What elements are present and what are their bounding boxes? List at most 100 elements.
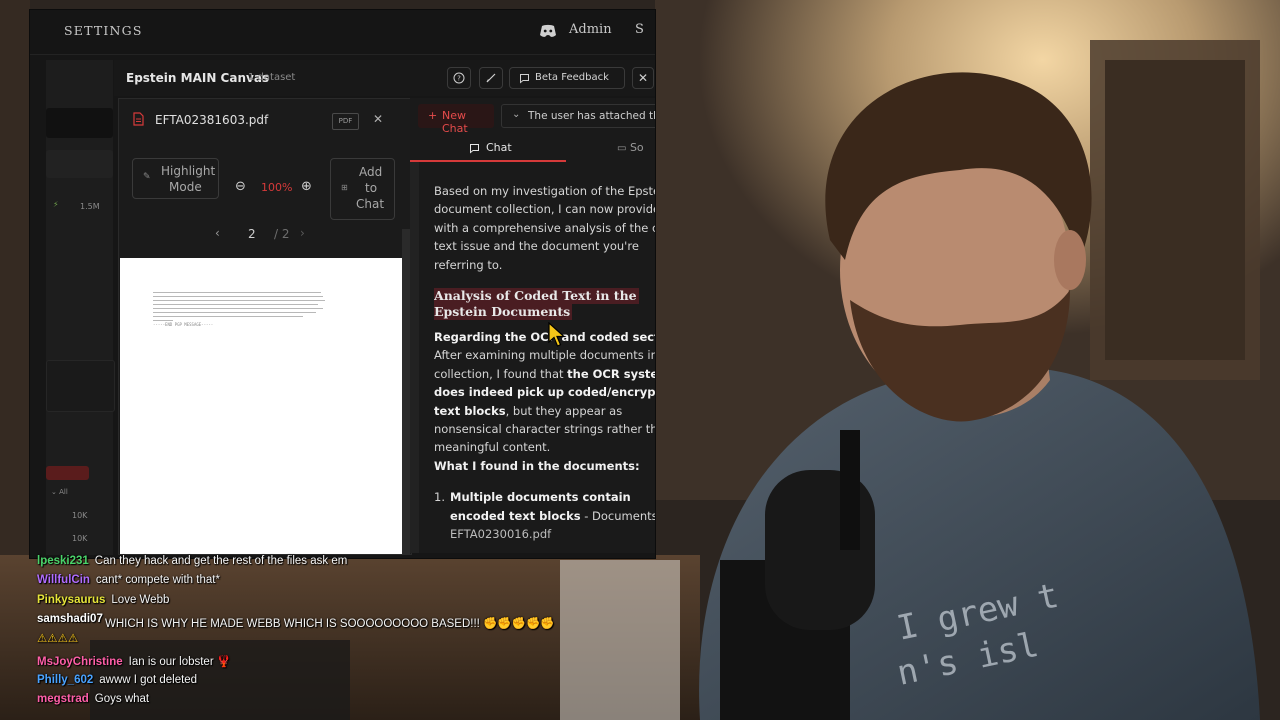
sidebar-item-selected[interactable] <box>46 466 89 480</box>
add-icon: ⊞ <box>341 183 348 192</box>
zoom-out-icon[interactable]: ⊖ <box>235 179 246 194</box>
pdf-file-icon <box>133 112 144 126</box>
page-total: / 2 <box>274 227 290 241</box>
chat-message: megstrad Goys what <box>37 693 149 711</box>
message-line: referring to. <box>434 257 503 272</box>
help-button[interactable]: ? <box>447 67 471 89</box>
left-sidebar: ⚡ 1.5M ⌄ All 10K 10K <box>46 60 115 555</box>
tab-chat[interactable]: Chat <box>410 138 566 162</box>
chat-username: lpeski231 <box>37 555 89 567</box>
pdf-scrollbar[interactable] <box>402 229 410 554</box>
count-label: 10K <box>72 511 88 520</box>
chat-message: WillfulCin cant* compete with that* <box>37 574 220 592</box>
chat-username: megstrad <box>37 693 89 705</box>
chat-username: samshadi07 <box>37 613 103 625</box>
add-label: Chat <box>356 197 385 211</box>
pdf-page: -----END PGP MESSAGE----- <box>120 258 403 554</box>
prev-page-icon[interactable]: ‹ <box>215 226 220 240</box>
svg-text:?: ? <box>457 75 461 83</box>
encoded-text-line <box>153 316 303 317</box>
message-line: does indeed pick up coded/encrypt <box>434 385 655 400</box>
close-canvas-button[interactable]: ✕ <box>632 67 654 89</box>
message-line: nonsensical character strings rather tha <box>434 422 655 437</box>
tab-sources[interactable]: ▭ So <box>617 141 644 154</box>
filter-label: All <box>59 488 68 496</box>
beta-feedback-button[interactable]: Beta Feedback <box>509 67 625 89</box>
message-heading: Analysis of Coded Text in the Epstein Do… <box>434 288 655 321</box>
admin-link[interactable]: Admin <box>569 22 612 37</box>
chat-username: WillfulCin <box>37 574 90 586</box>
found-heading: What I found in the documents: <box>434 458 640 473</box>
new-chat-button[interactable]: + New Chat <box>418 104 494 135</box>
new-chat-label: New Chat <box>442 109 468 135</box>
twitch-chat-overlay: lpeski231 Can they hack and get the rest … <box>0 553 600 720</box>
text-run-bold: text blocks <box>434 403 506 418</box>
chat-text: awww I got deleted <box>99 674 198 686</box>
filter-all[interactable]: ⌄ All <box>51 488 68 496</box>
context-select[interactable]: ⌄ The user has attached the <box>501 104 655 128</box>
zoom-in-icon[interactable]: ⊕ <box>301 179 312 194</box>
app-title: SETTINGS <box>64 23 143 38</box>
zoom-level: 100% <box>261 181 293 194</box>
context-select-value: The user has attached the <box>528 110 655 122</box>
close-pdf-icon[interactable]: ✕ <box>373 112 383 126</box>
message-line: with a comprehensive analysis of the co <box>434 220 655 235</box>
next-page-icon[interactable]: › <box>300 226 305 240</box>
canvas-header: Epstein MAIN Canvas 1 dataset ? Beta Fee… <box>114 60 655 96</box>
heading-line: Epstein Documents <box>434 304 573 321</box>
top-bar: SETTINGS Admin S <box>30 10 655 55</box>
encoded-text-line <box>153 320 173 321</box>
close-icon: ✕ <box>637 71 649 85</box>
chat-scrollbar[interactable] <box>410 162 419 553</box>
highlight-icon: ✎ <box>143 172 151 182</box>
chat-message: samshadi07 <box>37 613 109 631</box>
doc-reference[interactable]: EFTA0230016.pdf <box>450 527 551 541</box>
sidebar-item[interactable] <box>46 360 115 412</box>
brush-icon <box>486 73 496 83</box>
tab-chat-label: Chat <box>486 141 512 154</box>
count-label: 10K <box>72 534 88 543</box>
assistant-message: Based on my investigation of the Epstein… <box>434 182 655 553</box>
chat-text: Goys what <box>94 693 150 705</box>
sidebar-item[interactable] <box>46 108 113 138</box>
pgp-end-marker: -----END PGP MESSAGE----- <box>153 322 214 327</box>
comment-icon <box>520 74 529 84</box>
pdf-viewer-panel: EFTA02381603.pdf PDF ✕ ✎ Highlight Mode … <box>118 98 412 555</box>
encoded-text-line <box>153 296 323 297</box>
encoded-text-line <box>153 312 316 313</box>
brush-button[interactable] <box>479 67 503 89</box>
text-run-bold: the OCR system <box>567 366 655 381</box>
chat-icon <box>470 144 479 154</box>
chat-text: cant* compete with that* <box>95 574 220 586</box>
chat-text: WHICH IS WHY HE MADE WEBB WHICH IS SOOOO… <box>105 618 555 630</box>
add-to-chat-button[interactable]: ⊞ Add to Chat <box>330 158 395 220</box>
message-line: text issue and the document you're <box>434 239 639 254</box>
page-current[interactable]: 2 <box>248 227 256 241</box>
chat-username: Pinkysaurus <box>37 594 106 606</box>
beta-feedback-label: Beta Feedback <box>535 72 609 83</box>
list-item-cont: encoded text blocks - Documents <box>434 507 655 525</box>
text-run-bold: Multiple documents contain <box>450 490 631 505</box>
discord-icon[interactable] <box>539 24 557 38</box>
chat-text: Love Webb <box>111 594 170 606</box>
list-number: 1. <box>434 490 445 505</box>
settings-link-fragment[interactable]: S <box>635 22 644 37</box>
dataset-count: 1 dataset <box>248 72 296 83</box>
pdf-badge: PDF <box>332 113 359 130</box>
text-run: collection, I found that <box>434 366 568 381</box>
sidebar-item[interactable] <box>46 150 113 178</box>
highlight-label: Highlight <box>161 164 216 178</box>
encoded-text-line <box>153 300 325 301</box>
highlight-mode-button[interactable]: ✎ Highlight Mode <box>132 158 219 199</box>
chat-message: Pinkysaurus Love Webb <box>37 594 169 612</box>
add-label: Add <box>359 165 383 179</box>
message-line: Regarding the OCR and coded sectio <box>434 330 655 345</box>
chat-message: WHICH IS WHY HE MADE WEBB WHICH IS SOOOO… <box>105 616 555 634</box>
pager: ‹ 2 / 2 › <box>119 219 401 249</box>
chat-username: MsJoyChristine <box>37 656 123 668</box>
add-label: to <box>365 181 378 195</box>
chat-message: ⚠⚠⚠⚠ <box>37 631 78 649</box>
chat-message: lpeski231 Can they hack and get the rest … <box>37 555 347 573</box>
list-item: 1. Multiple documents contain <box>434 488 655 506</box>
chat-text: ⚠⚠⚠⚠ <box>37 633 79 645</box>
